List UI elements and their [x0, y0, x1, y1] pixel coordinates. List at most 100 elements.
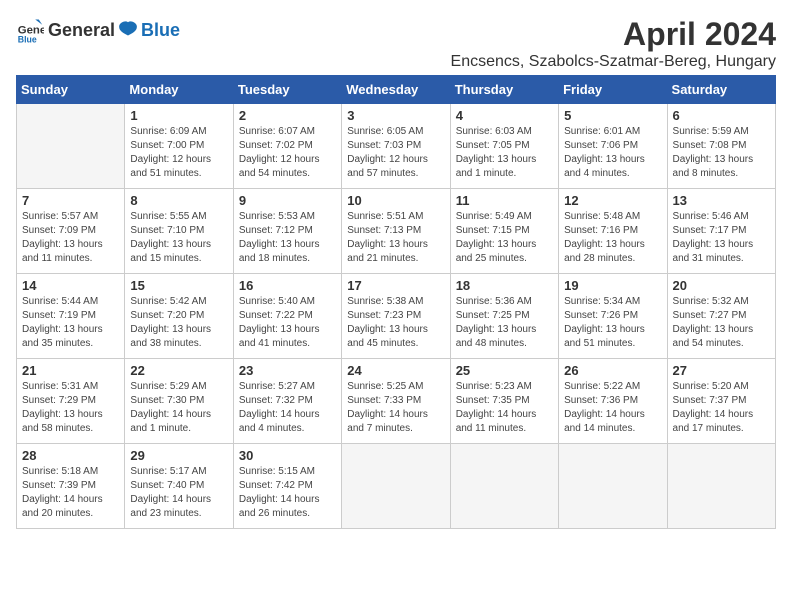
day-number: 9 [239, 193, 336, 208]
day-info: Sunrise: 5:18 AM Sunset: 7:39 PM Dayligh… [22, 465, 119, 521]
day-number: 20 [673, 278, 770, 293]
day-header-tuesday: Tuesday [233, 76, 341, 104]
day-info: Sunrise: 5:51 AM Sunset: 7:13 PM Dayligh… [347, 210, 444, 266]
calendar-day-cell: 26Sunrise: 5:22 AM Sunset: 7:36 PM Dayli… [559, 359, 667, 444]
day-number: 23 [239, 363, 336, 378]
day-info: Sunrise: 5:38 AM Sunset: 7:23 PM Dayligh… [347, 295, 444, 351]
calendar-day-cell: 24 Sunrise: 5:25 AM Sunset: 7:33 PM Dayli… [342, 359, 450, 444]
day-number: 14 [22, 278, 119, 293]
calendar-day-cell: 17 Sunrise: 5:38 AM Sunset: 7:23 PM Dayli… [342, 274, 450, 359]
calendar-day-cell: 28 Sunrise: 5:18 AM Sunset: 7:39 PM Dayli… [17, 444, 125, 529]
calendar-day-cell: 15Sunrise: 5:42 AM Sunset: 7:20 PM Dayli… [125, 274, 233, 359]
calendar-week-row: 7 Sunrise: 5:57 AM Sunset: 7:09 PM Daylig… [17, 189, 776, 274]
calendar-day-cell: 27 Sunrise: 5:20 AM Sunset: 7:37 PM Dayli… [667, 359, 775, 444]
day-info: Sunrise: 5:57 AM Sunset: 7:09 PM Dayligh… [22, 210, 119, 266]
day-number: 2 [239, 108, 336, 123]
page-header: General Blue General Blue April 2024 Enc… [16, 16, 776, 71]
day-number: 8 [130, 193, 227, 208]
calendar-week-row: 14 Sunrise: 5:44 AM Sunset: 7:19 PM Dayli… [17, 274, 776, 359]
calendar-header-row: SundayMondayTuesdayWednesdayThursdayFrid… [17, 76, 776, 104]
calendar-day-cell [559, 444, 667, 529]
day-header-wednesday: Wednesday [342, 76, 450, 104]
calendar-week-row: 21Sunrise: 5:31 AM Sunset: 7:29 PM Dayli… [17, 359, 776, 444]
calendar-day-cell: 19 Sunrise: 5:34 AM Sunset: 7:26 PM Dayli… [559, 274, 667, 359]
day-info: Sunrise: 6:09 AM Sunset: 7:00 PM Dayligh… [130, 125, 227, 181]
location-subtitle: Encsencs, Szabolcs-Szatmar-Bereg, Hungar… [451, 53, 776, 71]
calendar-day-cell: 7 Sunrise: 5:57 AM Sunset: 7:09 PM Daylig… [17, 189, 125, 274]
calendar-day-cell [450, 444, 558, 529]
day-number: 6 [673, 108, 770, 123]
logo-icon: General Blue [16, 16, 44, 44]
day-info: Sunrise: 6:05 AM Sunset: 7:03 PM Dayligh… [347, 125, 444, 181]
calendar-day-cell: 21Sunrise: 5:31 AM Sunset: 7:29 PM Dayli… [17, 359, 125, 444]
logo: General Blue General Blue [16, 16, 180, 44]
day-info: Sunrise: 5:46 AM Sunset: 7:17 PM Dayligh… [673, 210, 770, 266]
calendar-day-cell: 23 Sunrise: 5:27 AM Sunset: 7:32 PM Dayli… [233, 359, 341, 444]
calendar-day-cell: 3 Sunrise: 6:05 AM Sunset: 7:03 PM Daylig… [342, 104, 450, 189]
logo-bird-icon [116, 20, 140, 40]
day-number: 25 [456, 363, 553, 378]
calendar-day-cell: 25 Sunrise: 5:23 AM Sunset: 7:35 PM Dayli… [450, 359, 558, 444]
day-number: 30 [239, 448, 336, 463]
day-number: 19 [564, 278, 661, 293]
day-info: Sunrise: 5:59 AM Sunset: 7:08 PM Dayligh… [673, 125, 770, 181]
day-number: 28 [22, 448, 119, 463]
calendar-day-cell: 10 Sunrise: 5:51 AM Sunset: 7:13 PM Dayli… [342, 189, 450, 274]
calendar-day-cell: 5 Sunrise: 6:01 AM Sunset: 7:06 PM Daylig… [559, 104, 667, 189]
calendar-day-cell: 14 Sunrise: 5:44 AM Sunset: 7:19 PM Dayli… [17, 274, 125, 359]
day-info: Sunrise: 5:25 AM Sunset: 7:33 PM Dayligh… [347, 380, 444, 436]
day-number: 17 [347, 278, 444, 293]
day-info: Sunrise: 5:22 AM Sunset: 7:36 PM Dayligh… [564, 380, 661, 436]
day-number: 18 [456, 278, 553, 293]
day-info: Sunrise: 5:40 AM Sunset: 7:22 PM Dayligh… [239, 295, 336, 351]
day-header-friday: Friday [559, 76, 667, 104]
day-number: 10 [347, 193, 444, 208]
calendar-day-cell: 4Sunrise: 6:03 AM Sunset: 7:05 PM Daylig… [450, 104, 558, 189]
calendar-day-cell: 11 Sunrise: 5:49 AM Sunset: 7:15 PM Dayli… [450, 189, 558, 274]
day-number: 12 [564, 193, 661, 208]
calendar-day-cell [342, 444, 450, 529]
day-info: Sunrise: 6:01 AM Sunset: 7:06 PM Dayligh… [564, 125, 661, 181]
day-info: Sunrise: 5:53 AM Sunset: 7:12 PM Dayligh… [239, 210, 336, 266]
day-info: Sunrise: 5:55 AM Sunset: 7:10 PM Dayligh… [130, 210, 227, 266]
logo-blue-text: Blue [141, 20, 180, 41]
day-info: Sunrise: 5:48 AM Sunset: 7:16 PM Dayligh… [564, 210, 661, 266]
day-info: Sunrise: 5:23 AM Sunset: 7:35 PM Dayligh… [456, 380, 553, 436]
logo-general-text: General [48, 20, 115, 41]
day-info: Sunrise: 5:29 AM Sunset: 7:30 PM Dayligh… [130, 380, 227, 436]
calendar-table: SundayMondayTuesdayWednesdayThursdayFrid… [16, 75, 776, 529]
calendar-day-cell: 13 Sunrise: 5:46 AM Sunset: 7:17 PM Dayli… [667, 189, 775, 274]
calendar-week-row: 1 Sunrise: 6:09 AM Sunset: 7:00 PM Daylig… [17, 104, 776, 189]
month-year-title: April 2024 [451, 16, 776, 53]
day-number: 24 [347, 363, 444, 378]
calendar-day-cell [17, 104, 125, 189]
day-header-monday: Monday [125, 76, 233, 104]
day-info: Sunrise: 5:44 AM Sunset: 7:19 PM Dayligh… [22, 295, 119, 351]
day-number: 11 [456, 193, 553, 208]
day-info: Sunrise: 6:07 AM Sunset: 7:02 PM Dayligh… [239, 125, 336, 181]
calendar-day-cell: 18Sunrise: 5:36 AM Sunset: 7:25 PM Dayli… [450, 274, 558, 359]
day-info: Sunrise: 5:27 AM Sunset: 7:32 PM Dayligh… [239, 380, 336, 436]
day-info: Sunrise: 5:17 AM Sunset: 7:40 PM Dayligh… [130, 465, 227, 521]
day-number: 13 [673, 193, 770, 208]
day-number: 7 [22, 193, 119, 208]
day-number: 27 [673, 363, 770, 378]
day-header-sunday: Sunday [17, 76, 125, 104]
day-number: 3 [347, 108, 444, 123]
calendar-day-cell: 8 Sunrise: 5:55 AM Sunset: 7:10 PM Daylig… [125, 189, 233, 274]
day-number: 29 [130, 448, 227, 463]
day-header-thursday: Thursday [450, 76, 558, 104]
day-number: 15 [130, 278, 227, 293]
day-number: 16 [239, 278, 336, 293]
calendar-day-cell: 6 Sunrise: 5:59 AM Sunset: 7:08 PM Daylig… [667, 104, 775, 189]
calendar-day-cell: 30 Sunrise: 5:15 AM Sunset: 7:42 PM Dayli… [233, 444, 341, 529]
day-info: Sunrise: 5:20 AM Sunset: 7:37 PM Dayligh… [673, 380, 770, 436]
day-number: 5 [564, 108, 661, 123]
day-info: Sunrise: 5:34 AM Sunset: 7:26 PM Dayligh… [564, 295, 661, 351]
day-number: 4 [456, 108, 553, 123]
day-info: Sunrise: 5:32 AM Sunset: 7:27 PM Dayligh… [673, 295, 770, 351]
day-number: 1 [130, 108, 227, 123]
day-info: Sunrise: 5:15 AM Sunset: 7:42 PM Dayligh… [239, 465, 336, 521]
day-info: Sunrise: 5:49 AM Sunset: 7:15 PM Dayligh… [456, 210, 553, 266]
day-number: 22 [130, 363, 227, 378]
